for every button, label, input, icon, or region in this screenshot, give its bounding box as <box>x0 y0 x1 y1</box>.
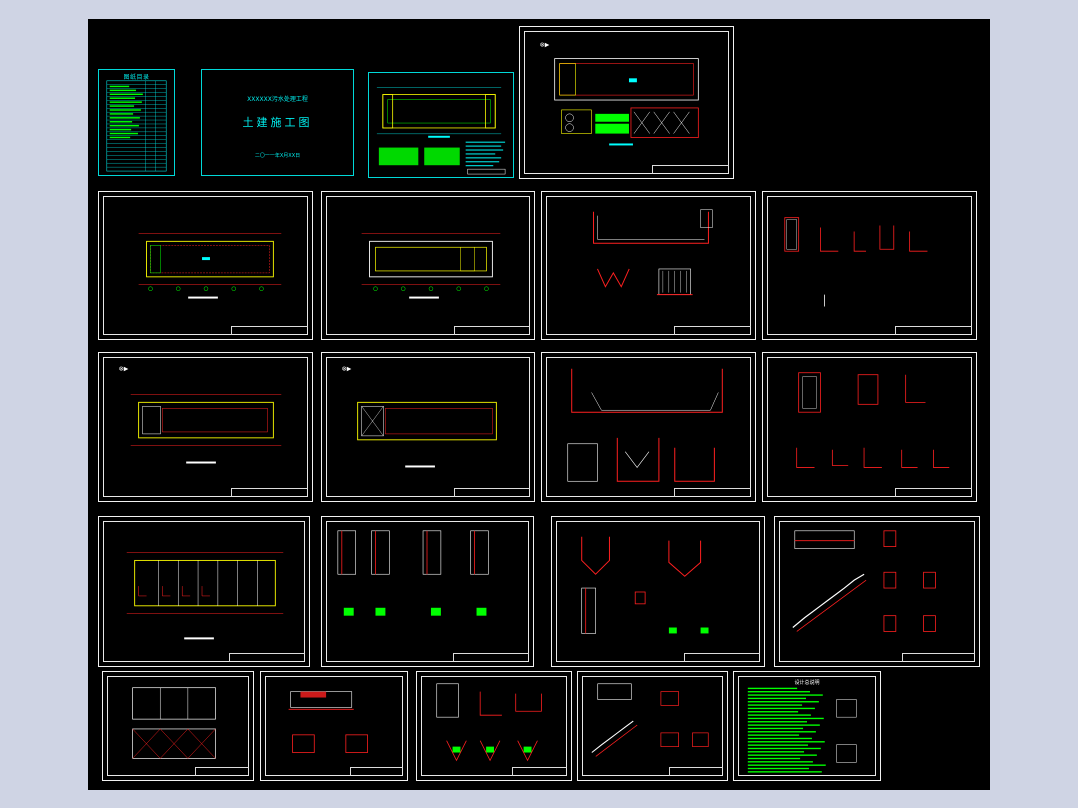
cover-date: 二〇一一年X月XX日 <box>254 153 301 159</box>
plan-1-drawing <box>138 233 282 299</box>
detail-1-drawing <box>784 217 928 307</box>
cover-drawing-title: 土建施工图 <box>242 116 313 129</box>
sheet-cover[interactable]: XXXXXX污水处理工程 土建施工图 二〇一一年X月XX日 <box>201 69 354 176</box>
sheet-section-3[interactable] <box>551 516 765 667</box>
section-1-drawing <box>593 209 713 296</box>
detail-4-drawing <box>436 683 542 762</box>
sheet-plan-3[interactable]: ⊗▶ <box>98 352 313 502</box>
stair-detail-drawing <box>792 530 936 632</box>
sheet-stair-detail[interactable] <box>774 516 980 667</box>
detail-2-drawing <box>796 372 950 468</box>
small-plan-drawing <box>132 687 216 759</box>
sheet-drawing-index[interactable]: 图纸目录 <box>98 69 175 176</box>
sheet-plan-4[interactable]: ⊗▶ <box>321 352 535 502</box>
sheet-site-layout[interactable]: ⊗▶ <box>519 26 734 179</box>
sheet-section-2[interactable] <box>541 352 756 502</box>
cover-project-title: XXXXXX污水处理工程 <box>247 96 308 103</box>
sheet-design-notes[interactable]: 设计总说明 <box>733 671 881 781</box>
plan-2-drawing <box>361 233 501 299</box>
svg-text:⊗▶: ⊗▶ <box>342 366 352 373</box>
section-2-drawing <box>567 368 723 482</box>
sheet-plan-5[interactable] <box>98 516 310 667</box>
site-layout-drawing: ⊗▶ <box>540 42 699 146</box>
svg-text:⊗▶: ⊗▶ <box>119 366 129 373</box>
sheet-section-4[interactable] <box>260 671 408 781</box>
sheet-section-1[interactable] <box>541 191 756 340</box>
sheet-detail-3[interactable] <box>321 516 534 667</box>
detail-3-drawing <box>337 530 489 616</box>
sheet-detail-2[interactable] <box>762 352 977 502</box>
sheet-stair-section[interactable] <box>577 671 728 781</box>
sheet-plan-2[interactable] <box>321 191 535 340</box>
plan-4-drawing: ⊗▶ <box>342 366 497 468</box>
sheet-detail-4[interactable] <box>416 671 572 781</box>
sheet-plan-1[interactable] <box>98 191 313 340</box>
sheet-small-plan[interactable] <box>102 671 254 781</box>
plan-5-drawing <box>126 552 284 640</box>
drawing-index-table <box>106 80 167 172</box>
svg-text:⊗▶: ⊗▶ <box>540 42 550 49</box>
sheet-general-plan[interactable] <box>368 72 514 178</box>
drawing-canvas[interactable]: 图纸目录 XXXXXX污水处理工程 土建施工图 二〇一一年X月XX日 ⊗▶ ⊗▶… <box>88 19 990 790</box>
general-plan-drawing <box>376 87 506 175</box>
design-notes-text <box>747 687 857 773</box>
plan-3-drawing: ⊗▶ <box>119 366 282 464</box>
section-4-drawing <box>288 691 368 753</box>
stair-section-drawing <box>591 683 709 757</box>
sheet-detail-1[interactable] <box>762 191 977 340</box>
section-3-drawing <box>581 536 709 634</box>
